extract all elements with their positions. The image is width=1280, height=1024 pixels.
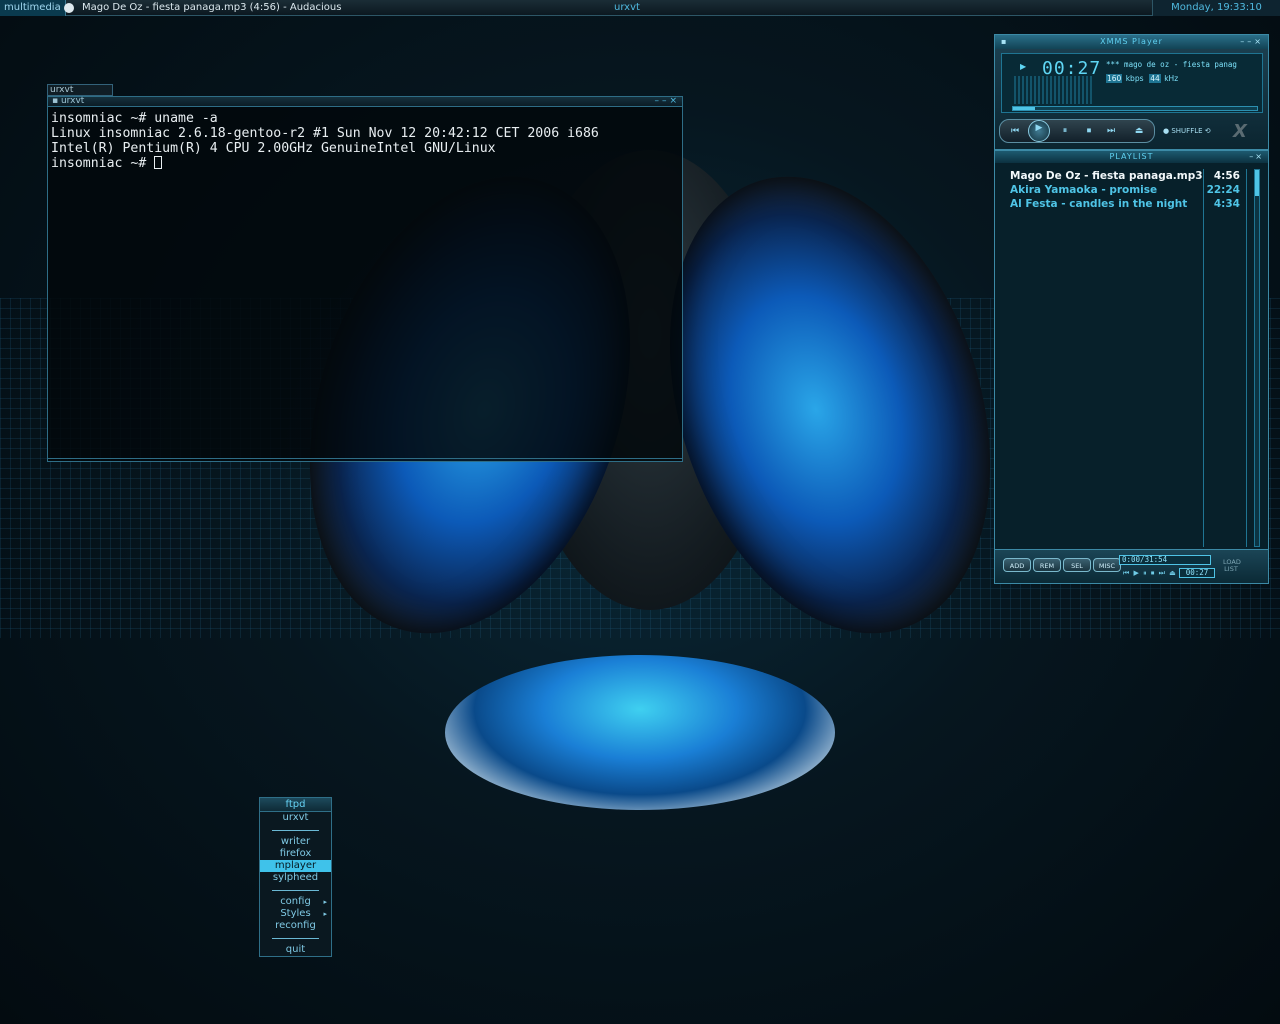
submenu-arrow-icon: ▸ [323,910,327,918]
playlist-entries[interactable]: Mago De Oz - fiesta panaga.mp3 4:56 Akira… [1001,169,1247,547]
minimize-icon: – [654,96,662,106]
song-marquee[interactable]: *** mago de oz - fiesta panag [1106,60,1258,69]
menu-item-urxvt[interactable]: urxvt [260,812,331,824]
terminal-line: Intel(R) Pentium(R) 4 CPU 2.00GHz Genuin… [51,141,496,156]
stop-button[interactable]: ⏹ [1080,124,1098,138]
playlist-elapsed: 00:27 [1179,568,1215,578]
add-button[interactable]: ADD [1003,558,1031,572]
bitrate-info: 160 kbps 44 kHz [1106,74,1179,83]
playlist-divider [1203,169,1204,547]
window-icon[interactable] [64,3,74,13]
seek-bar[interactable] [1012,106,1258,111]
clock: Monday, 19:33:10 [1152,0,1280,16]
playlist-window[interactable]: PLAYLIST –× Mago De Oz - fiesta panaga.m… [994,150,1269,584]
window-buttons[interactable]: –× [1249,151,1264,163]
menu-title: ftpd [260,798,331,812]
xmms-logo: X [1233,121,1247,142]
mini-transport[interactable]: ⏮ ▶ ⏸ ⏹ ⏭ ⏏ [1123,569,1177,578]
eject-button[interactable]: ⏏ [1130,124,1148,138]
window-buttons[interactable]: ––× [1240,35,1264,49]
previous-button[interactable]: ⏮ [1006,124,1024,138]
play-state-icon: ▶ [1020,62,1027,71]
focused-window-title[interactable]: Mago De Oz - fiesta panaga.mp3 (4:56) - … [82,0,341,15]
menu-item-styles[interactable]: Styles ▸ [260,908,331,920]
playlist-item[interactable]: Mago De Oz - fiesta panaga.mp3 4:56 [1001,169,1246,183]
close-icon: × [1254,37,1264,46]
terminal-bottom-border [48,458,682,461]
player-display: ▶ 00:27 *** mago de oz - fiesta panag 16… [1001,53,1263,113]
submenu-arrow-icon: ▸ [323,898,327,906]
text-cursor [154,156,163,169]
root-menu[interactable]: ftpd urxvt writer firefox mplayer sylphe… [259,797,332,957]
menu-item-quit[interactable]: quit [260,944,331,956]
menu-item-writer[interactable]: writer [260,836,331,848]
terminal-tab[interactable]: urxvt [47,84,113,96]
iconbar-task[interactable]: urxvt [614,0,640,15]
terminal-titlebar[interactable]: ▪ urxvt ––× [48,97,682,107]
xmms-main-window[interactable]: ▪ XMMS Player ––× ▶ 00:27 *** mago de oz… [994,34,1269,150]
terminal-output[interactable]: insomniac ~# uname -a Linux insomniac 2.… [48,107,682,175]
visualizer[interactable] [1014,76,1094,104]
shuffle-toggle[interactable]: ● SHUFFLE ⟲ [1163,127,1211,135]
playlist-item[interactable]: Al Festa - candles in the night 4:34 [1001,197,1246,211]
playlist-title: PLAYLIST [1109,152,1154,161]
menu-icon[interactable]: ▪ [1001,35,1007,49]
wallpaper-bowl [445,655,835,810]
pause-button[interactable]: ⏸ [1056,124,1074,138]
terminal-window[interactable]: ▪ urxvt ––× insomniac ~# uname -a Linux … [47,96,683,462]
next-button[interactable]: ⏭ [1102,124,1120,138]
playlist-total-time: 0:00/31:54 [1119,555,1211,565]
playlist-scrollbar[interactable] [1254,169,1260,547]
playlist-item[interactable]: Akira Yamaoka - promise 22:24 [1001,183,1246,197]
remove-button[interactable]: REM [1033,558,1061,572]
transport-controls: ⏮ ▶ ⏸ ⏹ ⏭ ⏏ [999,119,1155,143]
playlist-titlebar[interactable]: PLAYLIST –× [995,151,1268,163]
playlist-footer: ADD REM SEL MISC 0:00/31:54 ⏮ ▶ ⏸ ⏹ ⏭ ⏏ … [995,549,1268,583]
terminal-line: insomniac ~# uname -a [51,111,218,126]
terminal-line: Linux insomniac 2.6.18-gentoo-r2 #1 Sun … [51,126,599,141]
terminal-prompt: insomniac ~# [51,156,155,171]
menu-item-config[interactable]: config ▸ [260,896,331,908]
menu-item-firefox[interactable]: firefox [260,848,331,860]
xmms-titlebar[interactable]: ▪ XMMS Player ––× [995,35,1268,49]
menu-item-sylpheed[interactable]: sylpheed [260,872,331,884]
menu-separator [260,824,331,836]
fluxbox-toolbar: multimedia Mago De Oz - fiesta panaga.mp… [0,0,1280,16]
select-button[interactable]: SEL [1063,558,1091,572]
xmms-title: XMMS Player [1100,37,1163,46]
terminal-title: ▪ urxvt [52,96,85,106]
misc-button[interactable]: MISC [1093,558,1121,572]
menu-item-reconfig[interactable]: reconfig [260,920,331,932]
seek-fill [1013,107,1035,110]
workspace-name[interactable]: multimedia [0,0,66,16]
window-buttons[interactable]: ––× [654,97,680,106]
scrollbar-thumb[interactable] [1255,170,1259,196]
load-list-button[interactable]: LOAD LIST [1223,559,1241,573]
menu-separator [260,884,331,896]
close-icon: × [669,96,680,106]
menu-item-mplayer[interactable]: mplayer [260,860,331,872]
play-button[interactable]: ▶ [1028,120,1050,142]
menu-separator [260,932,331,944]
close-icon: × [1255,152,1264,161]
